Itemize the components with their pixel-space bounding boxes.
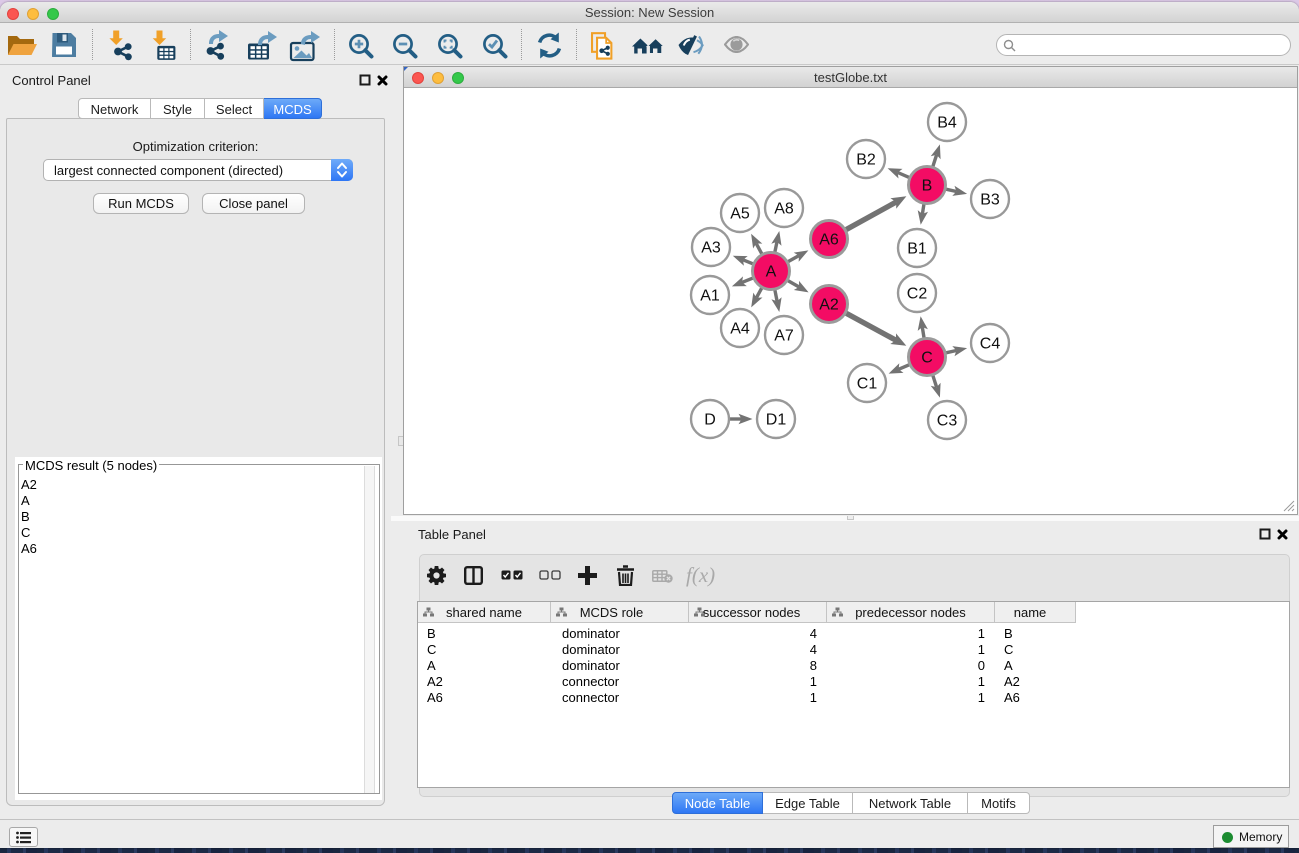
svg-text:B1: B1 bbox=[907, 241, 927, 258]
svg-text:C2: C2 bbox=[907, 286, 928, 303]
svg-text:D1: D1 bbox=[766, 412, 787, 429]
svg-text:B4: B4 bbox=[937, 115, 957, 132]
svg-text:A8: A8 bbox=[774, 201, 794, 218]
svg-text:B3: B3 bbox=[980, 192, 1000, 209]
svg-text:A6: A6 bbox=[819, 232, 839, 249]
svg-text:B: B bbox=[922, 178, 933, 195]
svg-text:A7: A7 bbox=[774, 328, 794, 345]
svg-text:A5: A5 bbox=[730, 206, 750, 223]
svg-text:A1: A1 bbox=[700, 288, 720, 305]
svg-text:C1: C1 bbox=[857, 376, 878, 393]
svg-text:A2: A2 bbox=[819, 297, 839, 314]
svg-text:C4: C4 bbox=[980, 336, 1001, 353]
svg-text:C: C bbox=[921, 350, 933, 367]
svg-text:C3: C3 bbox=[937, 413, 958, 430]
svg-text:A4: A4 bbox=[730, 321, 750, 338]
svg-text:A3: A3 bbox=[701, 240, 721, 257]
svg-text:B2: B2 bbox=[856, 152, 876, 169]
svg-text:A: A bbox=[766, 264, 777, 281]
svg-text:D: D bbox=[704, 412, 716, 429]
